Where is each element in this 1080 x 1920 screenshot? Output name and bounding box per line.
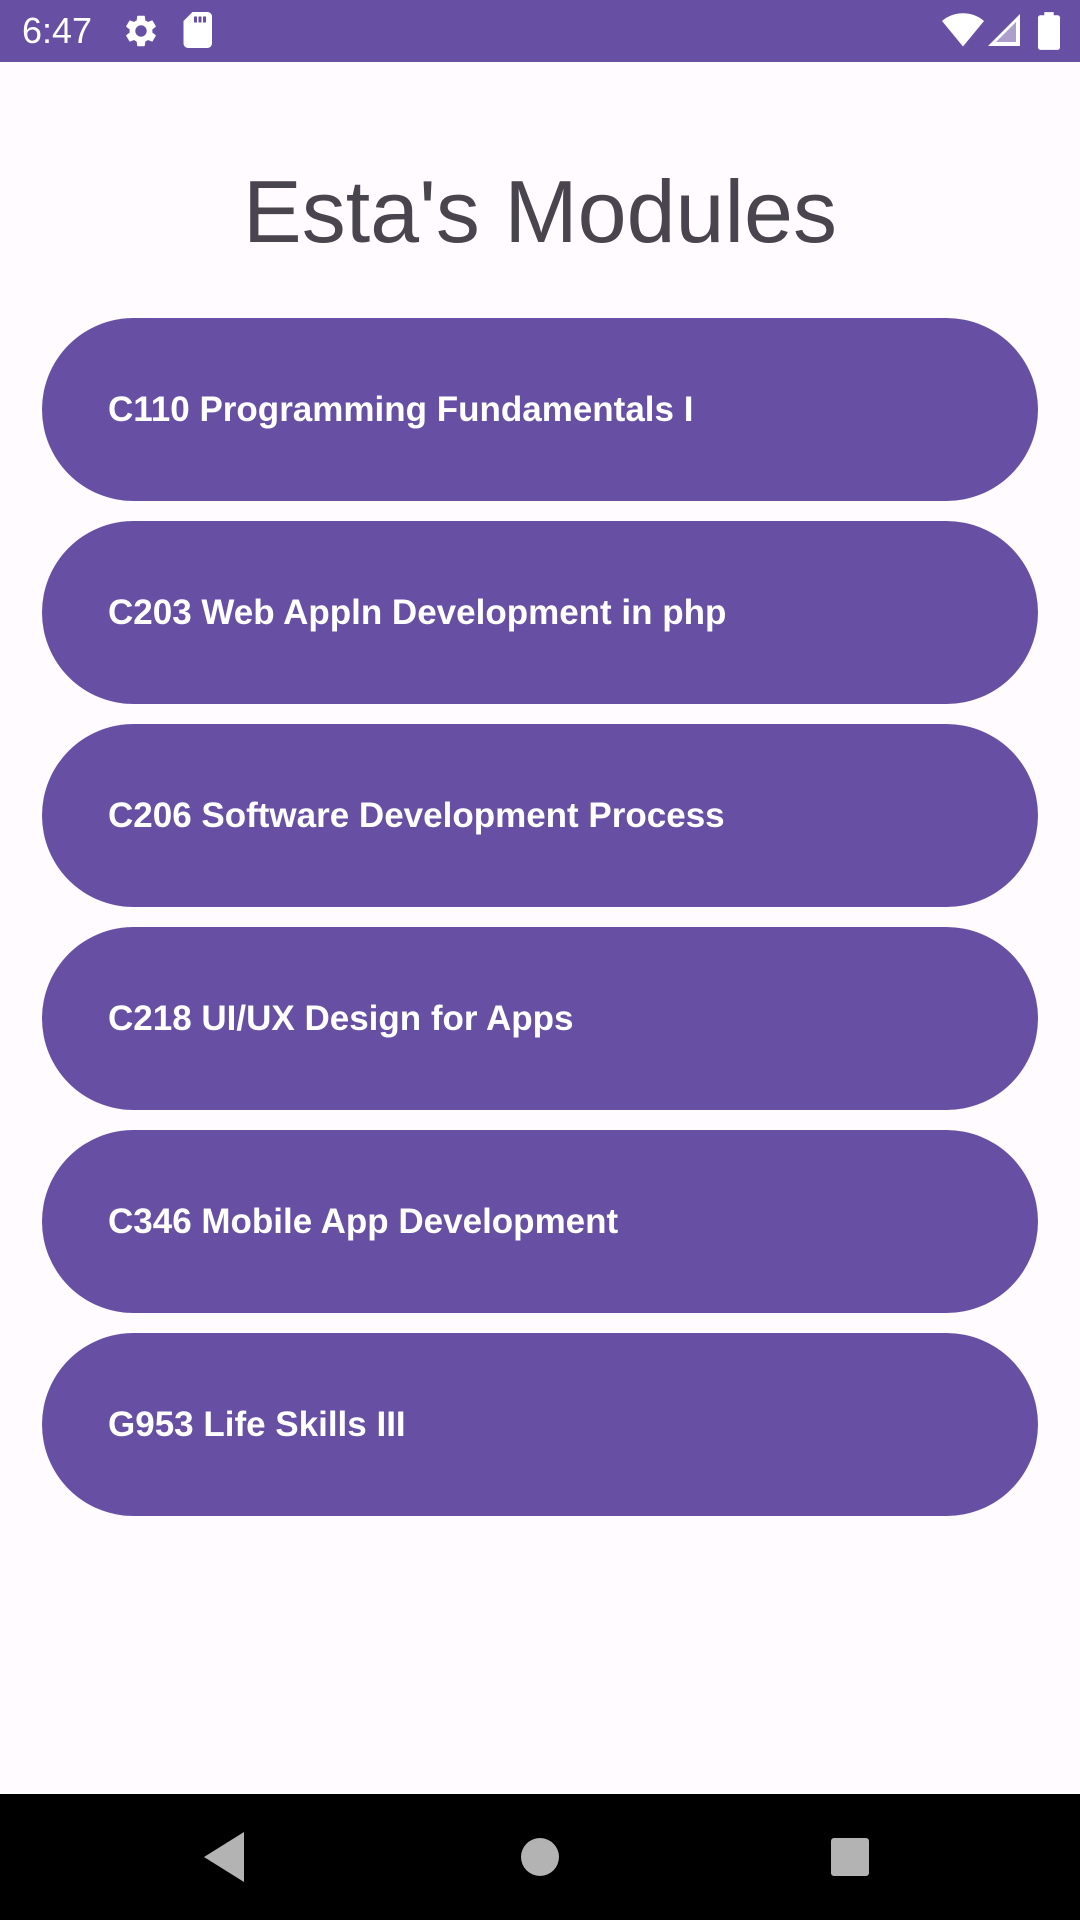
settings-gear-icon xyxy=(126,15,156,47)
module-list: C110 Programming Fundamentals I C203 Web… xyxy=(42,318,1038,1536)
recents-square-icon[interactable] xyxy=(817,1824,883,1890)
status-time: 6:47 xyxy=(22,10,93,51)
module-button-c346[interactable]: C346 Mobile App Development xyxy=(42,1130,1038,1313)
sd-card-icon xyxy=(183,12,212,48)
back-triangle-icon[interactable] xyxy=(192,1824,258,1890)
module-button-c206[interactable]: C206 Software Development Process xyxy=(42,724,1038,907)
module-button-c218[interactable]: C218 UI/UX Design for Apps xyxy=(42,927,1038,1110)
page-title: Esta's Modules xyxy=(243,162,837,261)
wifi-icon xyxy=(942,13,984,47)
home-circle-icon[interactable] xyxy=(507,1824,573,1890)
navigation-bar xyxy=(0,1794,1080,1920)
battery-icon xyxy=(1038,12,1060,50)
module-button-g953[interactable]: G953 Life Skills III xyxy=(42,1333,1038,1516)
module-button-c110[interactable]: C110 Programming Fundamentals I xyxy=(42,318,1038,501)
module-button-c203[interactable]: C203 Web Appln Development in php xyxy=(42,521,1038,704)
status-bar: 6:47 xyxy=(0,0,1080,62)
cell-signal-icon xyxy=(988,14,1020,46)
